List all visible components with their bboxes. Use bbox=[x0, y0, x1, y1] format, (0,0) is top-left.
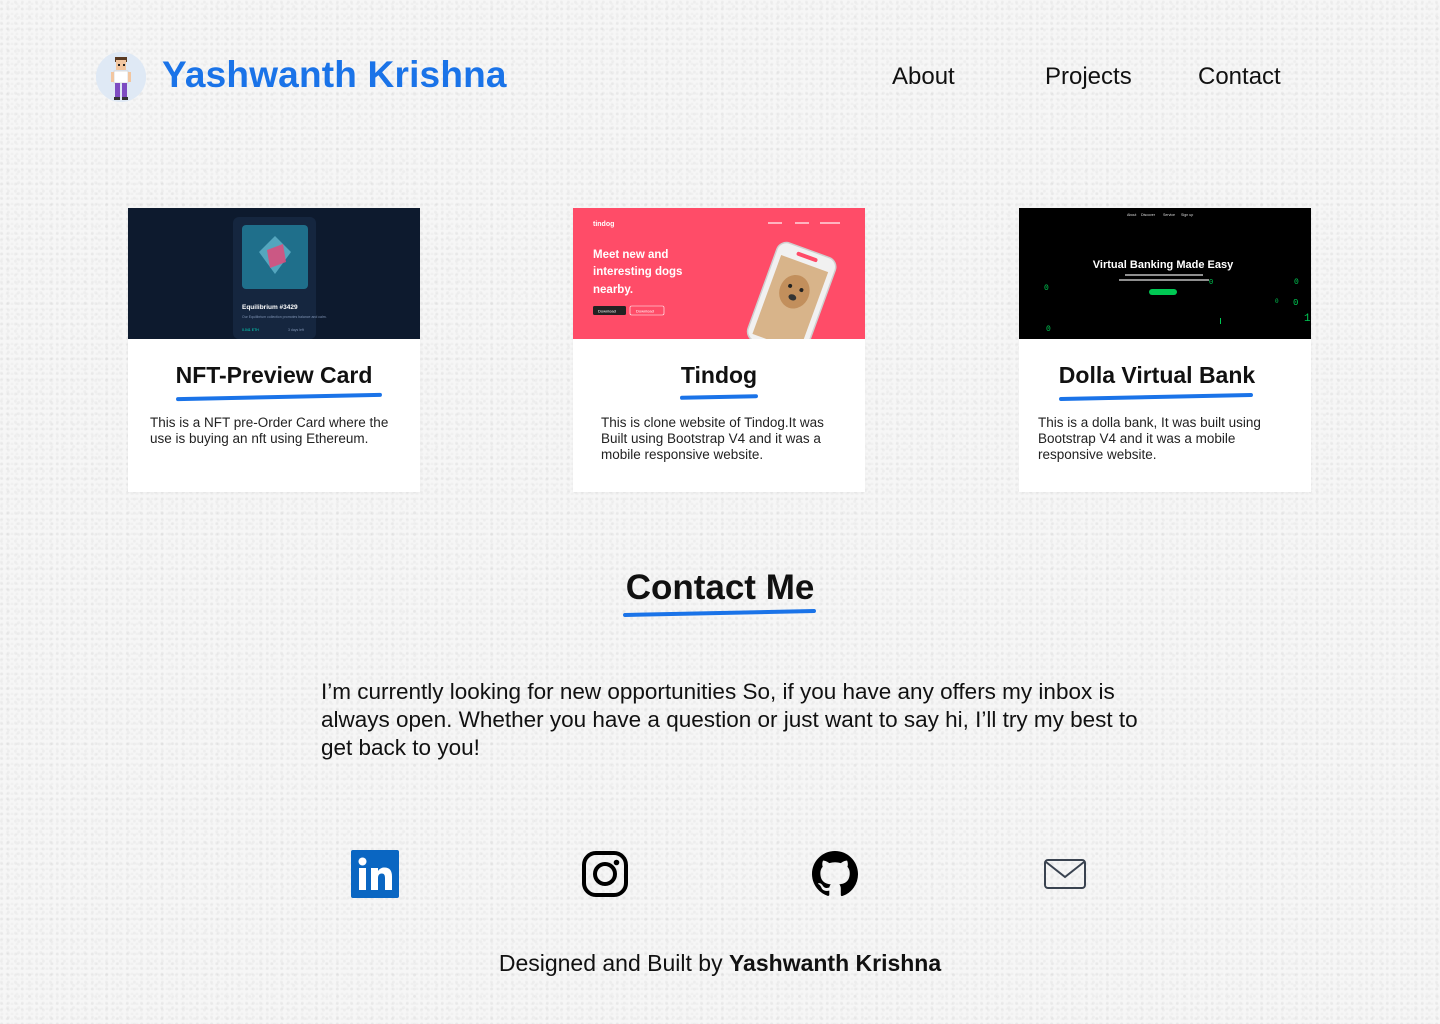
svg-text:1: 1 bbox=[1304, 313, 1311, 325]
project-title[interactable]: NFT-Preview Card bbox=[128, 362, 420, 389]
tindog-thumb-headline-2: interesting dogs bbox=[593, 266, 682, 278]
title-underline bbox=[679, 394, 759, 400]
contact-title-underline bbox=[622, 608, 817, 618]
footer-prefix: Designed and Built by bbox=[498, 950, 729, 976]
bank-thumb-nav-3: Service bbox=[1163, 213, 1175, 217]
footer: Designed and Built by Yashwanth Krishna bbox=[0, 950, 1440, 977]
brand-name[interactable]: Yashwanth Krishna bbox=[162, 54, 507, 96]
instagram-icon[interactable] bbox=[581, 850, 629, 898]
bank-thumb-nav-1: About bbox=[1127, 213, 1136, 217]
tindog-thumb-headline-1: Meet new and bbox=[593, 249, 668, 261]
nft-thumb-time: 3 days left bbox=[288, 328, 304, 332]
project-card-tindog[interactable]: tindog Meet new and interesting dogs nea… bbox=[573, 208, 865, 492]
bank-thumb-nav-2: Discover bbox=[1141, 213, 1156, 217]
svg-text:0: 0 bbox=[1044, 284, 1049, 293]
project-description: This is a NFT pre-Order Card where the u… bbox=[150, 415, 389, 446]
nft-thumb-text: Our Equilibrium collection promotes bala… bbox=[242, 315, 327, 319]
title-underline bbox=[175, 392, 383, 402]
title-underline bbox=[1058, 392, 1254, 402]
project-card-dolla-bank[interactable]: About Discover Service Sign up Virtual B… bbox=[1019, 208, 1311, 492]
bank-thumb-headline: Virtual Banking Made Easy bbox=[1093, 259, 1234, 271]
project-thumbnail-dolla-bank[interactable]: About Discover Service Sign up Virtual B… bbox=[1019, 208, 1311, 339]
project-card-nft[interactable]: Equilibrium #3429 Our Equilibrium collec… bbox=[128, 208, 420, 492]
footer-name: Yashwanth Krishna bbox=[728, 950, 942, 976]
project-title[interactable]: Dolla Virtual Bank bbox=[1011, 362, 1303, 389]
github-icon[interactable] bbox=[811, 850, 859, 898]
linkedin-icon[interactable] bbox=[351, 850, 399, 898]
nft-thumb-price: 0.041 ETH bbox=[242, 328, 259, 332]
project-title[interactable]: Tindog bbox=[573, 362, 865, 389]
svg-text:0: 0 bbox=[1209, 279, 1213, 287]
project-thumbnail-tindog[interactable]: tindog Meet new and interesting dogs nea… bbox=[573, 208, 865, 339]
project-description: This is a dolla bank, It was built using… bbox=[1038, 415, 1261, 462]
nav-contact[interactable]: Contact bbox=[1198, 63, 1281, 91]
mail-icon[interactable] bbox=[1041, 850, 1089, 898]
nav-about[interactable]: About bbox=[892, 63, 955, 91]
tindog-thumb-headline-3: nearby. bbox=[593, 284, 633, 296]
tindog-thumb-btn-2: Download bbox=[636, 309, 654, 314]
project-description: This is clone website of Tindog.It was B… bbox=[601, 415, 824, 462]
bank-thumb-nav-4: Sign up bbox=[1181, 213, 1193, 217]
project-thumbnail-nft[interactable]: Equilibrium #3429 Our Equilibrium collec… bbox=[128, 208, 420, 339]
avatar bbox=[96, 52, 146, 102]
svg-text:0: 0 bbox=[1293, 298, 1298, 308]
tindog-thumb-logo: tindog bbox=[593, 221, 614, 228]
contact-title: Contact Me bbox=[625, 568, 815, 607]
svg-text:0: 0 bbox=[1294, 278, 1299, 287]
svg-text:0: 0 bbox=[1046, 325, 1051, 334]
tindog-thumb-btn-1: Download bbox=[598, 309, 616, 314]
nav-projects[interactable]: Projects bbox=[1045, 63, 1132, 91]
nft-thumb-title: Equilibrium #3429 bbox=[242, 304, 298, 311]
contact-text: I’m currently looking for new opportunit… bbox=[321, 679, 1138, 760]
svg-text:0: 0 bbox=[1275, 298, 1279, 305]
